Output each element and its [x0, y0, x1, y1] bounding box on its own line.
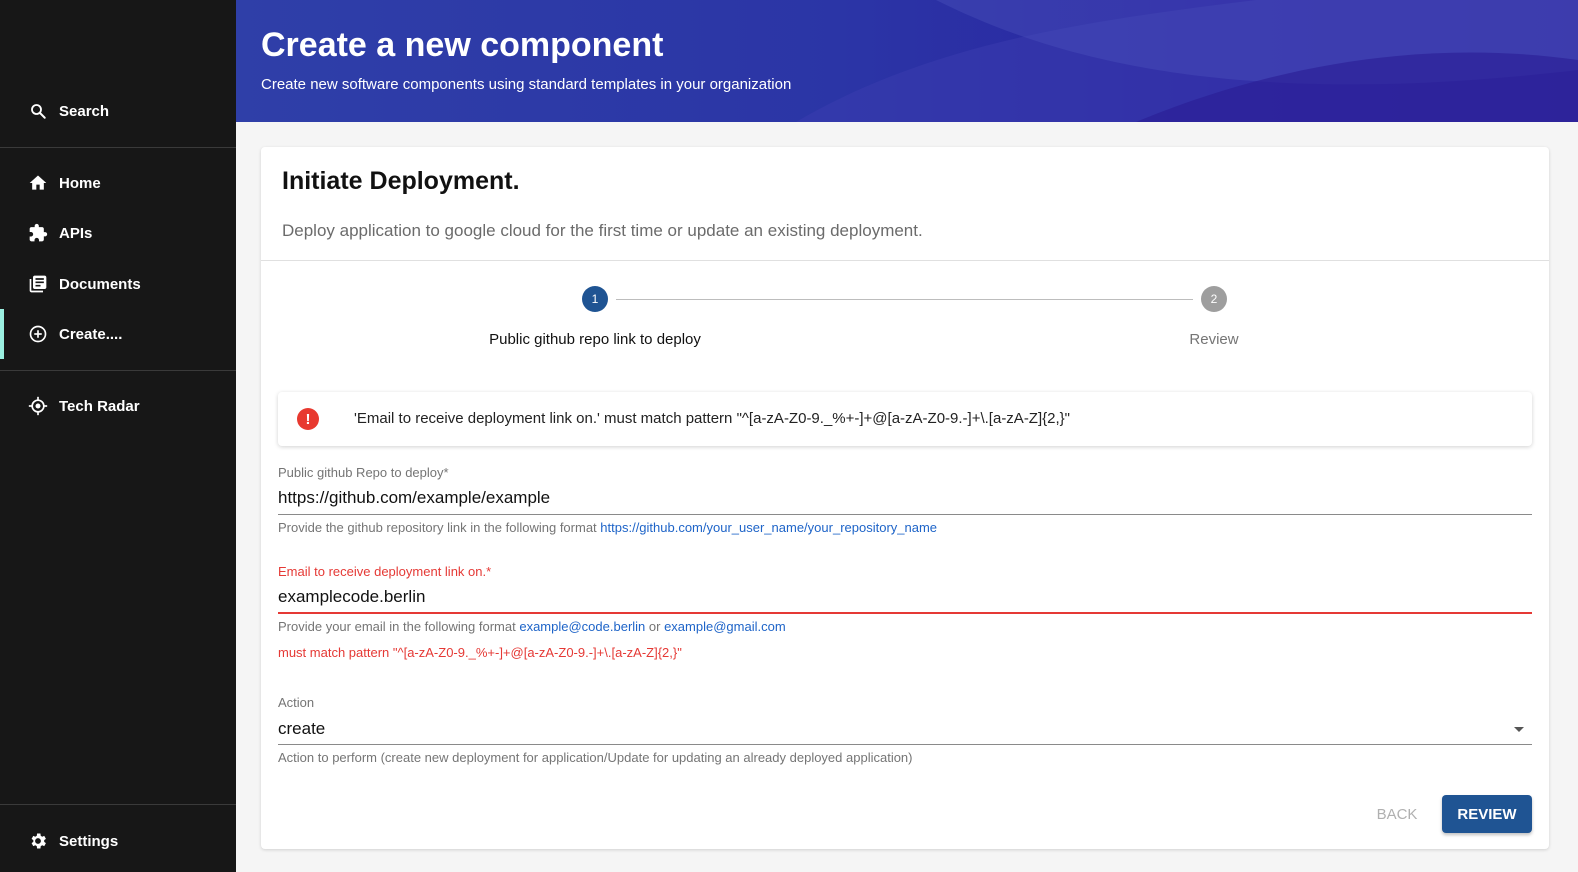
step-1-label: Public github repo link to deploy	[489, 331, 701, 348]
sidebar-item-create[interactable]: Create....	[0, 309, 236, 359]
sidebar-item-label: APIs	[59, 224, 93, 242]
sidebar-item-search[interactable]: Search	[0, 86, 236, 136]
radar-icon	[28, 396, 48, 416]
card-divider	[261, 260, 1549, 261]
sidebar-item-label: Settings	[59, 832, 119, 850]
sidebar-item-label: Documents	[59, 275, 141, 293]
home-icon	[28, 173, 48, 193]
sidebar-item-label: Search	[59, 102, 110, 120]
sidebar-divider	[0, 804, 236, 805]
repo-field-label: Public github Repo to deploy*	[278, 465, 449, 480]
email-helper-link-1[interactable]: example@code.berlin	[519, 619, 645, 634]
action-field-label: Action	[278, 695, 315, 710]
review-button[interactable]: REVIEW	[1442, 795, 1532, 833]
email-field-label: Email to receive deployment link on.*	[278, 564, 492, 579]
sidebar-item-label: Tech Radar	[59, 397, 140, 415]
email-helper-mid: or	[645, 619, 665, 634]
email-helper-text: Provide your email in the following form…	[278, 619, 786, 634]
sidebar-item-tech-radar[interactable]: Tech Radar	[0, 381, 236, 431]
sidebar-divider	[0, 147, 236, 148]
library-books-icon	[28, 274, 48, 294]
error-alert: ! 'Email to receive deployment link on.'…	[278, 392, 1532, 446]
action-helper-text: Action to perform (create new deployment…	[278, 750, 913, 765]
repo-helper-link[interactable]: https://github.com/your_user_name/your_r…	[600, 520, 937, 535]
page-header: Create a new component Create new softwa…	[236, 0, 1578, 122]
repo-input-underline	[278, 514, 1532, 515]
sidebar-divider	[0, 370, 236, 371]
step-2-indicator: 2	[1201, 286, 1227, 312]
action-select-underline	[278, 744, 1532, 745]
sidebar-item-label: Create....	[59, 325, 123, 343]
repo-helper-prefix: Provide the github repository link in th…	[278, 520, 601, 535]
step-2-label: Review	[1189, 331, 1239, 348]
puzzle-icon	[28, 223, 48, 243]
page-title: Create a new component	[261, 26, 664, 64]
sidebar-item-documents[interactable]: Documents	[0, 259, 236, 309]
repo-input[interactable]: https://github.com/example/example	[278, 488, 550, 508]
email-error-text: must match pattern "^[a-zA-Z0-9._%+-]+@[…	[278, 645, 682, 660]
email-helper-prefix: Provide your email in the following form…	[278, 619, 520, 634]
add-circle-icon	[28, 324, 48, 344]
email-helper-link-2[interactable]: example@gmail.com	[664, 619, 786, 634]
sidebar-item-settings[interactable]: Settings	[0, 816, 236, 866]
search-icon	[28, 101, 48, 121]
form-card: Initiate Deployment. Deploy application …	[261, 147, 1549, 849]
gear-icon	[28, 831, 48, 851]
sidebar-item-label: Home	[59, 174, 101, 192]
chevron-down-icon[interactable]	[1512, 724, 1526, 734]
sidebar-item-apis[interactable]: APIs	[0, 208, 236, 258]
back-button[interactable]: BACK	[1361, 795, 1433, 833]
email-input-underline	[278, 612, 1532, 614]
card-description: Deploy application to google cloud for t…	[282, 221, 923, 240]
error-icon: !	[297, 408, 319, 430]
page-subtitle: Create new software components using sta…	[261, 76, 792, 93]
email-input[interactable]: examplecode.berlin	[278, 587, 425, 607]
error-message: 'Email to receive deployment link on.' m…	[354, 410, 1070, 427]
sidebar: Search Home APIs Documents Create.... Te…	[0, 0, 236, 872]
step-connector	[616, 299, 1193, 300]
action-select[interactable]: create	[278, 719, 325, 739]
repo-helper-text: Provide the github repository link in th…	[278, 520, 937, 535]
step-1-indicator: 1	[582, 286, 608, 312]
sidebar-item-home[interactable]: Home	[0, 158, 236, 208]
card-title: Initiate Deployment.	[282, 167, 520, 195]
